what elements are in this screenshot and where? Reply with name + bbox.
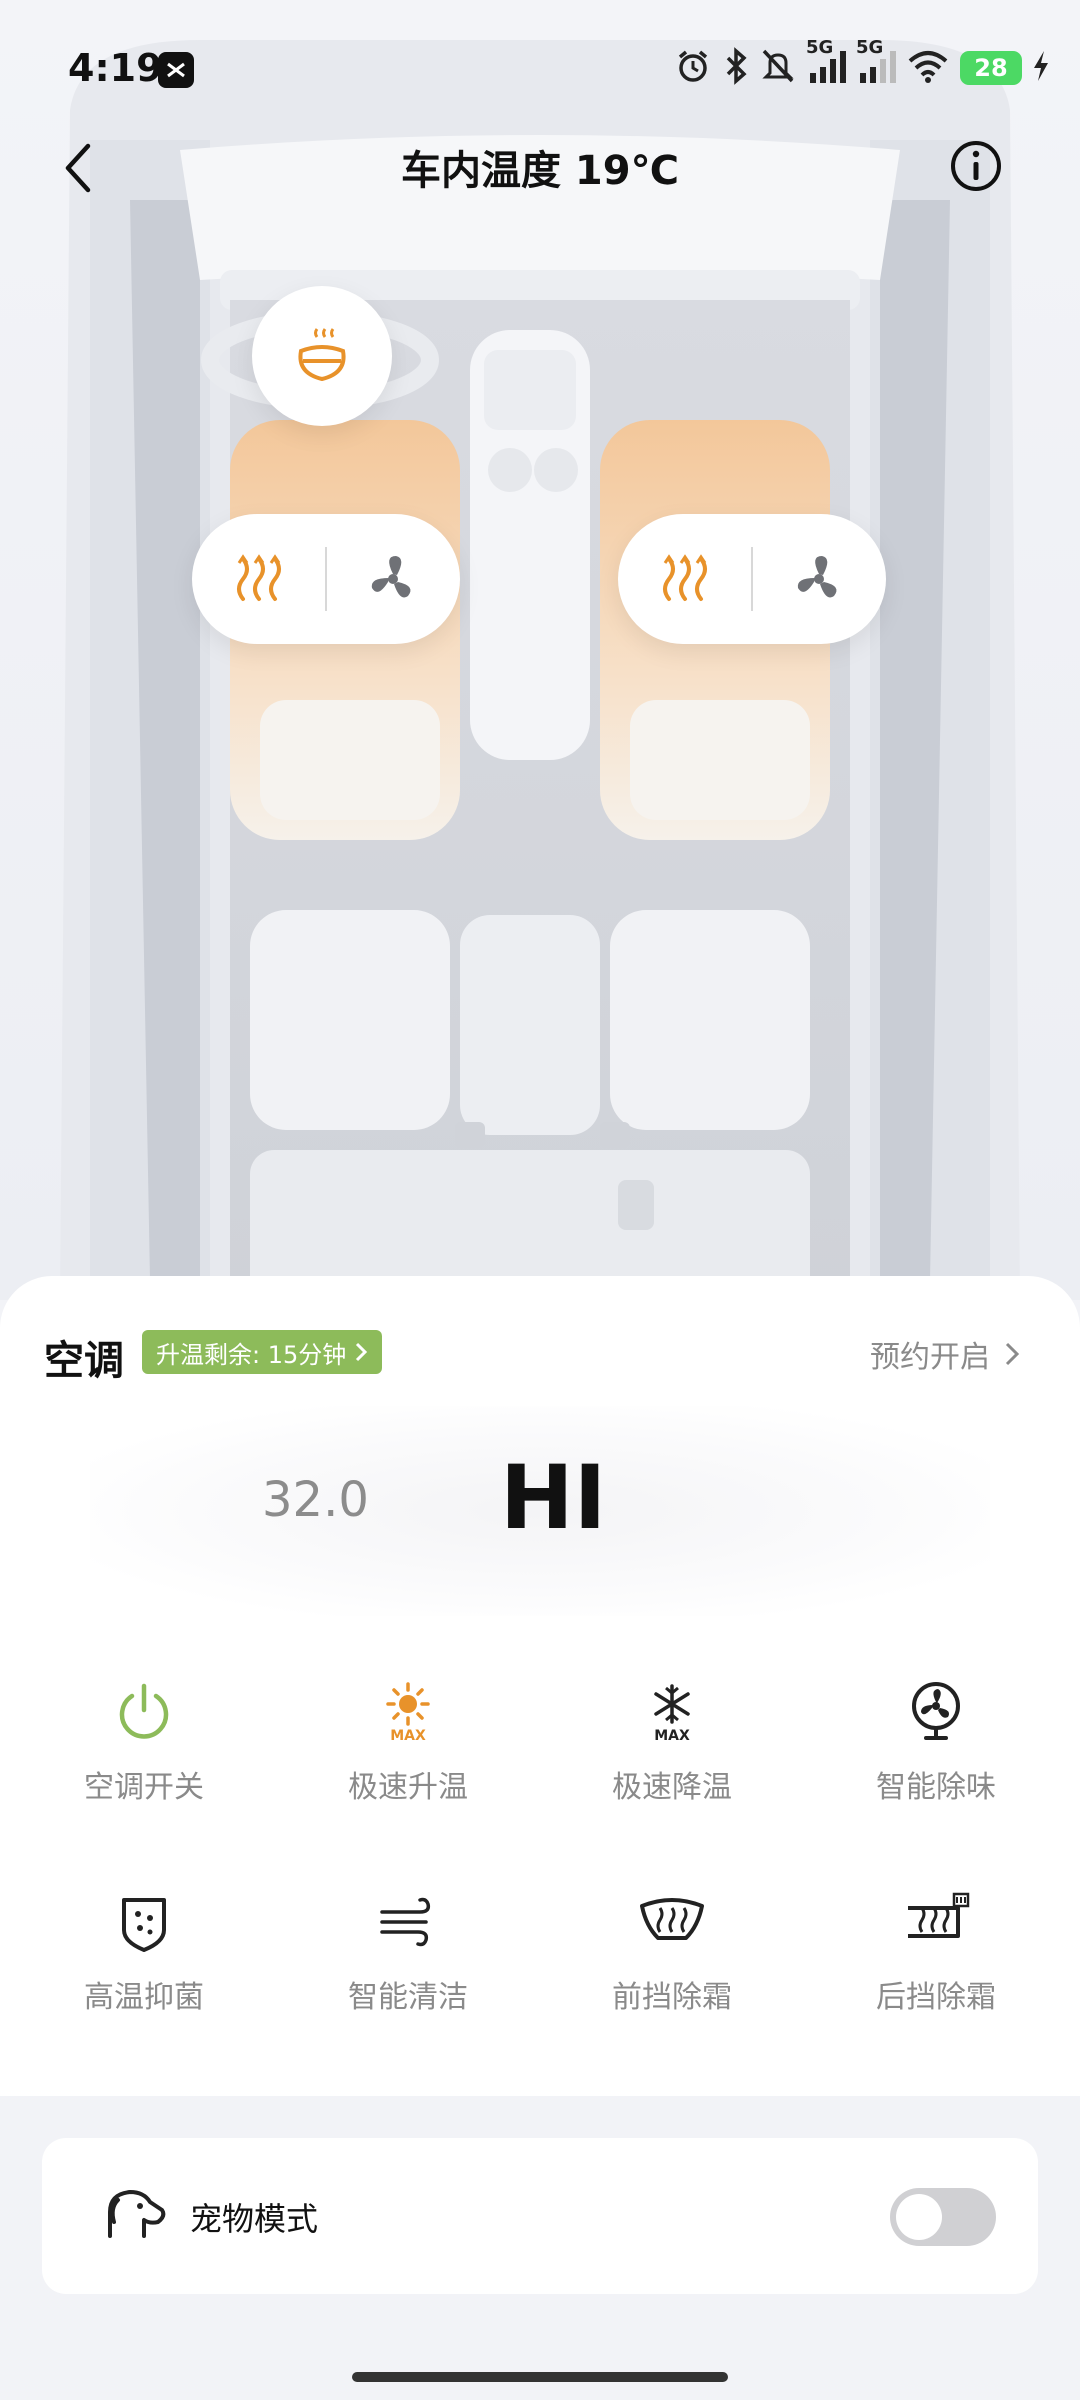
fan-icon	[372, 556, 411, 598]
toggle-knob	[896, 2194, 942, 2240]
function-label: 智能清洁	[348, 1980, 468, 2015]
function-label: 空调开关	[84, 1770, 204, 1805]
status-bar: 4:19 5G 5G 28	[0, 0, 1080, 140]
heating-timer-badge[interactable]: 升温剩余: 15分钟	[142, 1330, 383, 1374]
chevron-right-icon	[1005, 1342, 1020, 1366]
chevron-left-icon	[65, 143, 91, 193]
left-seat-control	[192, 514, 460, 644]
seat-heat-icon	[662, 554, 707, 601]
front-defrost-button[interactable]: 前挡除霜	[540, 1886, 804, 2016]
pet-mode-card: 宠物模式	[42, 2138, 1038, 2294]
current-temperature-setting[interactable]: HI	[500, 1446, 606, 1549]
left-seat-heat-button[interactable]	[192, 514, 325, 644]
function-label: 前挡除霜	[612, 1980, 732, 2015]
steering-wheel-heat-icon	[298, 328, 346, 382]
dog-icon	[108, 2190, 166, 2238]
svg-text:MAX: MAX	[390, 1728, 426, 1744]
climate-control-sheet: 空调 升温剩余: 15分钟 预约开启 32.0 HI 空调开关 MAX 极速升温…	[0, 1276, 1080, 2096]
back-button[interactable]	[56, 140, 104, 196]
ac-power-button[interactable]: 空调开关	[12, 1676, 276, 1806]
home-indicator[interactable]	[352, 2372, 728, 2382]
front-defrost-icon	[636, 1886, 708, 1958]
svg-text:MAX: MAX	[654, 1728, 690, 1744]
battery-icon: 28	[960, 51, 1022, 85]
smart-clean-button[interactable]: 智能清洁	[276, 1886, 540, 2016]
timer-badge-text: 升温剩余: 15分钟	[156, 1340, 347, 1369]
function-label: 智能除味	[876, 1770, 996, 1805]
alarm-icon	[674, 47, 712, 89]
info-button[interactable]	[948, 138, 1004, 194]
status-time: 4:19	[68, 46, 163, 90]
schedule-start-link[interactable]: 预约开启	[870, 1332, 1020, 1376]
wind-icon	[372, 1886, 444, 1958]
right-seat-heat-button[interactable]	[618, 514, 751, 644]
chevron-right-icon	[356, 1342, 368, 1362]
temperature-option-value[interactable]: 32.0	[262, 1472, 369, 1528]
signal-icon-2: 5G	[856, 37, 896, 89]
high-temp-sterilize-button[interactable]: 高温抑菌	[12, 1886, 276, 2016]
charging-icon	[1032, 49, 1050, 87]
pet-mode-label: 宠物模式	[190, 2200, 319, 2238]
rear-defrost-icon	[900, 1886, 972, 1958]
schedule-label: 预约开启	[870, 1340, 990, 1375]
rear-defrost-button[interactable]: 后挡除霜	[804, 1886, 1068, 2016]
function-label: 高温抑菌	[84, 1980, 204, 2015]
right-seat-ventilation-button[interactable]	[753, 514, 886, 644]
left-seat-ventilation-button[interactable]	[327, 514, 460, 644]
fan-icon	[900, 1676, 972, 1748]
shield-dots-icon	[108, 1886, 180, 1958]
status-icons: 5G 5G 28	[674, 37, 1050, 90]
sun-max-icon: MAX	[372, 1676, 444, 1748]
signal-icon-1: 5G	[806, 37, 846, 89]
smart-deodorize-button[interactable]: 智能除味	[804, 1676, 1068, 1806]
function-grid: 空调开关 MAX 极速升温 MAX 极速降温 智能除味 高温抑菌 智能清洁 前挡…	[12, 1676, 1068, 2016]
function-label: 极速降温	[612, 1770, 732, 1805]
climate-section-title: 空调	[44, 1338, 124, 1384]
fan-icon	[798, 556, 837, 598]
pet-mode-toggle[interactable]	[890, 2188, 996, 2246]
max-heat-button[interactable]: MAX 极速升温	[276, 1676, 540, 1806]
function-label: 极速升温	[348, 1770, 468, 1805]
max-cool-button[interactable]: MAX 极速降温	[540, 1676, 804, 1806]
app-notification-icon	[158, 52, 194, 88]
steering-wheel-heat-button[interactable]	[252, 286, 392, 426]
wifi-icon	[906, 47, 950, 89]
function-label: 后挡除霜	[876, 1980, 996, 2015]
right-seat-control	[618, 514, 886, 644]
page-title: 车内温度 19℃	[400, 148, 680, 194]
network-type-2: 5G	[856, 37, 884, 58]
snowflake-max-icon: MAX	[636, 1676, 708, 1748]
info-icon	[951, 141, 1001, 191]
bluetooth-icon	[722, 47, 750, 89]
seat-heat-icon	[236, 554, 281, 601]
power-icon	[108, 1676, 180, 1748]
network-type-1: 5G	[806, 37, 834, 58]
mute-icon	[760, 47, 796, 89]
